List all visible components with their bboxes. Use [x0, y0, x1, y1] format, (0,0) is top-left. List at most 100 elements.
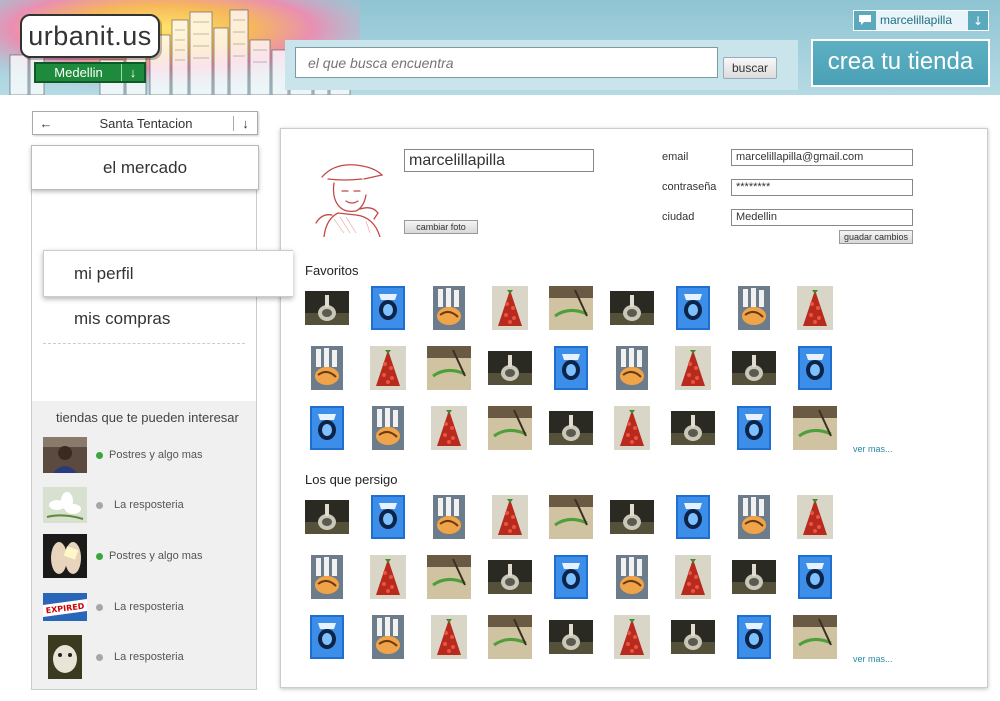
city-field[interactable]: Medellin — [731, 209, 913, 226]
chat-bubble-icon[interactable] — [854, 11, 876, 30]
suggested-stores: tiendas que te pueden interesar Postres … — [32, 401, 256, 689]
password-field[interactable]: ******** — [731, 179, 913, 196]
profile-name-field[interactable]: marcelillapilla — [404, 149, 594, 172]
product-thumbnail[interactable] — [610, 500, 654, 534]
arrow-down-icon: ↓ — [129, 65, 137, 80]
store-thumbnail — [43, 487, 87, 523]
product-thumbnail[interactable] — [431, 406, 467, 450]
city-selector[interactable]: Medellin ↓ — [34, 62, 146, 83]
product-thumbnail[interactable] — [372, 615, 404, 659]
store-name: La resposteria — [114, 651, 184, 663]
store-thumbnail — [43, 635, 87, 679]
favorites-title: Favoritos — [305, 263, 359, 278]
product-thumbnail[interactable] — [614, 406, 650, 450]
suggested-store-item[interactable]: La resposteria — [43, 635, 253, 679]
product-thumbnail[interactable] — [492, 495, 528, 539]
store-name: Postres y algo mas — [109, 550, 203, 562]
arrow-left-icon[interactable]: ← — [33, 116, 59, 131]
arrow-down-icon[interactable]: ↓ — [233, 115, 257, 131]
product-thumbnail[interactable] — [610, 291, 654, 325]
product-thumbnail[interactable] — [427, 346, 471, 390]
product-thumbnail[interactable] — [549, 411, 593, 445]
profile-panel: marcelillapilla cambiar foto email marce… — [280, 128, 988, 688]
suggested-store-item[interactable]: Postres y algo mas — [43, 534, 253, 578]
store-name: Postres y algo mas — [109, 449, 203, 461]
following-title: Los que persigo — [305, 472, 398, 487]
product-thumbnail[interactable] — [310, 406, 344, 450]
city-selector-label: Medellin — [36, 64, 122, 81]
product-thumbnail[interactable] — [311, 346, 343, 390]
product-thumbnail[interactable] — [554, 346, 588, 390]
product-thumbnail[interactable] — [488, 560, 532, 594]
product-thumbnail[interactable] — [310, 615, 344, 659]
save-changes-button[interactable]: guadar cambios — [839, 230, 913, 244]
product-thumbnail[interactable] — [671, 411, 715, 445]
product-thumbnail[interactable] — [737, 406, 771, 450]
product-thumbnail[interactable] — [311, 555, 343, 599]
product-thumbnail[interactable] — [675, 346, 711, 390]
product-thumbnail[interactable] — [798, 346, 832, 390]
favorites-see-more-link[interactable]: ver mas... — [853, 444, 893, 454]
password-label: contraseña — [662, 181, 717, 193]
store-name: La resposteria — [114, 499, 184, 511]
product-thumbnail[interactable] — [372, 406, 404, 450]
nav-item-purchases[interactable]: mis compras — [74, 309, 170, 329]
product-thumbnail[interactable] — [732, 560, 776, 594]
product-thumbnail[interactable] — [738, 495, 770, 539]
product-thumbnail[interactable] — [676, 495, 710, 539]
product-thumbnail[interactable] — [427, 555, 471, 599]
product-thumbnail[interactable] — [431, 615, 467, 659]
product-thumbnail[interactable] — [793, 406, 837, 450]
product-thumbnail[interactable] — [370, 346, 406, 390]
store-selector[interactable]: ← Santa Tentacion ↓ — [32, 111, 258, 135]
product-thumbnail[interactable] — [675, 555, 711, 599]
status-dot-icon — [96, 552, 103, 560]
product-thumbnail[interactable] — [433, 286, 465, 330]
product-thumbnail[interactable] — [305, 500, 349, 534]
nav-item-profile[interactable]: mi perfil — [43, 250, 293, 297]
product-thumbnail[interactable] — [616, 555, 648, 599]
suggested-store-item[interactable]: Postres y algo mas — [43, 436, 253, 474]
product-thumbnail[interactable] — [370, 555, 406, 599]
product-thumbnail[interactable] — [371, 286, 405, 330]
product-thumbnail[interactable] — [797, 286, 833, 330]
product-thumbnail[interactable] — [488, 351, 532, 385]
nav-item-market[interactable]: el mercado — [31, 145, 259, 190]
product-thumbnail[interactable] — [614, 615, 650, 659]
arrow-down-icon[interactable]: ↓ — [968, 14, 988, 28]
product-thumbnail[interactable] — [549, 286, 593, 330]
product-thumbnail[interactable] — [488, 615, 532, 659]
city-label: ciudad — [662, 211, 695, 223]
product-thumbnail[interactable] — [797, 495, 833, 539]
site-logo[interactable]: urbanit.us — [20, 14, 160, 58]
product-thumbnail[interactable] — [554, 555, 588, 599]
profile-avatar — [304, 153, 394, 237]
create-store-button[interactable]: crea tu tienda — [811, 39, 990, 87]
email-field[interactable]: marcelillapilla@gmail.com — [731, 149, 913, 166]
product-thumbnail[interactable] — [671, 620, 715, 654]
search-button[interactable]: buscar — [723, 57, 777, 79]
product-thumbnail[interactable] — [732, 351, 776, 385]
suggested-store-item[interactable]: EXPIRED La resposteria — [43, 588, 253, 626]
search-input[interactable] — [295, 47, 718, 78]
product-thumbnail[interactable] — [305, 291, 349, 325]
product-thumbnail[interactable] — [549, 620, 593, 654]
suggested-store-item[interactable]: La resposteria — [43, 486, 253, 524]
nav-divider — [43, 343, 245, 344]
change-photo-button[interactable]: cambiar foto — [404, 220, 478, 234]
product-thumbnail[interactable] — [616, 346, 648, 390]
product-thumbnail[interactable] — [549, 495, 593, 539]
product-thumbnail[interactable] — [793, 615, 837, 659]
product-thumbnail[interactable] — [371, 495, 405, 539]
following-see-more-link[interactable]: ver mas... — [853, 654, 893, 664]
product-thumbnail[interactable] — [798, 555, 832, 599]
product-thumbnail[interactable] — [492, 286, 528, 330]
store-thumbnail: EXPIRED — [43, 589, 87, 625]
product-thumbnail[interactable] — [737, 615, 771, 659]
product-thumbnail[interactable] — [676, 286, 710, 330]
product-thumbnail[interactable] — [738, 286, 770, 330]
product-thumbnail[interactable] — [488, 406, 532, 450]
username[interactable]: marcelillapilla — [876, 11, 968, 30]
product-thumbnail[interactable] — [433, 495, 465, 539]
user-menu[interactable]: marcelillapilla ↓ — [853, 10, 989, 31]
